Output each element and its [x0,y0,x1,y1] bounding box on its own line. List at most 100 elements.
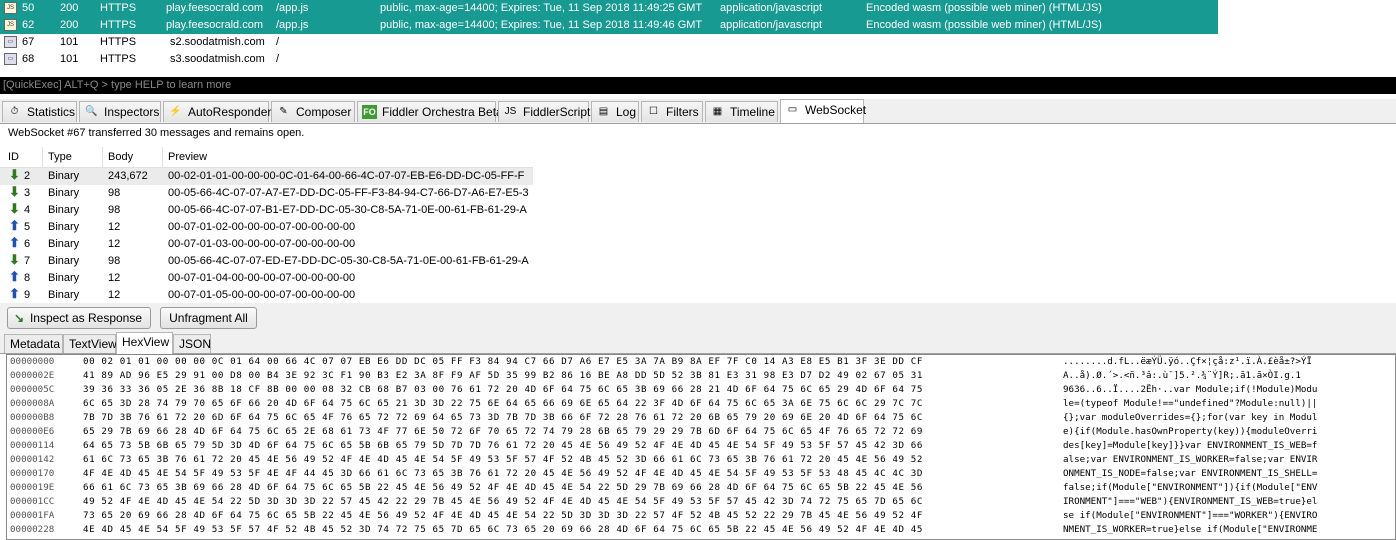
message-preview: 00-05-66-4C-07-07-A7-E7-DD-DC-05-FF-F3-8… [168,187,529,199]
tab-label: AutoResponder [188,105,272,119]
session-row[interactable]: ▭ 67 101 HTTPS s2.soodatmish.com / [0,34,1218,51]
tab-label: Fiddler Orchestra Beta [382,105,503,119]
message-row[interactable]: ⬆ 8 Binary 12 00-07-01-04-00-00-00-07-00-00-… [0,270,533,287]
tab-statistics[interactable]: ⏱ Statistics [2,101,77,122]
subtab-hexview[interactable]: HexView [116,332,173,354]
message-row[interactable]: ⬆ 5 Binary 12 00-07-01-02-00-00-00-07-00-00-… [0,219,533,236]
arrow-up-icon: ⬆ [9,218,20,233]
message-id: 2 [24,170,31,182]
message-row[interactable]: ⬇ 2 Binary 243,672 00-02-01-01-00-00-00-0C-0… [0,168,533,185]
message-row[interactable]: ⬆ 6 Binary 12 00-07-01-03-00-00-00-07-00-00-… [0,236,533,253]
message-preview: 00-07-01-04-00-00-00-07-00-00-00-00 [168,272,356,284]
column-header-preview[interactable]: Preview [168,147,207,167]
session-row[interactable]: JS 50 200 HTTPS play.feesocrald.com/app.js pu… [0,0,1218,17]
inspect-as-response-button[interactable]: ↘ Inspect as Response [7,307,151,329]
tab-fiddlerscript[interactable]: JS FiddlerScript [498,101,590,122]
subtab-textview[interactable]: TextView [63,334,117,353]
message-body: 243,672 [108,170,148,182]
tab-inspectors[interactable]: 🔍 Inspectors [79,101,161,122]
hex-bytes: 61 6C 73 65 3B 76 61 72 20 45 4E 56 49 5… [83,454,923,465]
message-type: Binary [48,204,80,216]
session-host: s3.soodatmish.com [170,53,265,65]
hex-row: 00000114 64 65 73 5B 6B 65 79 5D 3D 4D 6F… [7,439,1395,453]
fo-badge-icon: FO [362,105,377,119]
websocket-summary: WebSocket #67 transferred 30 messages an… [8,127,305,139]
column-header-id[interactable]: ID [8,147,19,167]
subtab-metadata[interactable]: Metadata [4,334,63,353]
hex-offset: 00000228 [10,524,55,535]
hex-ascii: des[key]=Module[key]}}var ENVIRONMENT_IS… [1063,440,1318,451]
tab-fiddler-orchestra-beta[interactable]: FO Fiddler Orchestra Beta [357,101,503,122]
session-url: /app.js [276,2,309,14]
hex-row: 0000005C 39 36 33 36 05 2E 36 8B 18 CF 8B… [7,383,1395,397]
hex-offset: 000001FA [10,510,55,521]
subtab-json[interactable]: JSON [173,334,211,353]
message-preview: 00-07-01-05-00-00-00-07-00-00-00-00 [168,289,356,301]
message-type: Binary [48,255,80,267]
hex-row: 0000002E 41 89 AD 96 E5 29 91 00 D8 00 B4… [7,369,1395,383]
message-body: 12 [108,221,121,233]
session-result: 101 [60,36,79,48]
arrow-up-icon: ⬆ [9,269,20,284]
session-url: / [276,53,280,65]
tab-composer[interactable]: ✎ Composer [271,101,355,122]
tab-websocket[interactable]: ▭ WebSocket [780,99,866,123]
session-list: JS 50 200 HTTPS play.feesocrald.com/app.js pu… [0,0,1218,68]
hex-ascii: alse;var ENVIRONMENT_IS_WORKER=false;var… [1063,454,1318,465]
hex-ascii: ONMENT_IS_NODE=false;var ENVIRONMENT_IS_… [1063,468,1318,479]
hex-ascii: se if(Module["ENVIRONMENT"]==="WORKER"){… [1063,510,1318,521]
tab-autoresponder[interactable]: ⚡ AutoResponder [163,101,272,122]
message-row[interactable]: ⬇ 4 Binary 98 00-05-66-4C-07-07-B1-E7-DD-DC-… [0,202,533,219]
unfragment-all-button[interactable]: Unfragment All [160,307,257,329]
session-host: play.feesocrald.com [166,19,264,31]
session-row[interactable]: JS 62 200 HTTPS play.feesocrald.com/app.js pu… [0,17,1218,34]
arrow-down-icon: ⬇ [9,201,20,216]
session-id: 50 [22,2,35,14]
hex-row: 00000000 00 02 01 01 00 00 00 0C 01 64 00… [7,355,1395,369]
message-type: Binary [48,170,80,182]
session-protocol: HTTPS [100,2,137,14]
hex-ascii: false;if(Module["ENVIRONMENT"]){if(Modul… [1063,482,1318,493]
hex-offset: 000001CC [10,496,55,507]
js-file-icon: JS [4,2,17,14]
message-id: 6 [24,238,31,250]
tab-log[interactable]: ▤ Log [591,101,639,122]
message-id: 5 [24,221,31,233]
tab-filters[interactable]: ☐ Filters [641,101,703,122]
message-id: 3 [24,187,31,199]
tab-timeline[interactable]: ▦ Timeline [705,101,778,122]
hex-row: 00000142 61 6C 73 65 3B 76 61 72 20 45 4E… [7,453,1395,467]
hex-row: 000000E6 65 29 7B 69 66 28 4D 6F 64 75 6C… [7,425,1395,439]
hex-bytes: 4E 4D 45 4E 54 5F 49 53 5F 57 4F 52 4B 4… [83,524,923,535]
hex-row: 0000019E 66 61 6C 73 65 3B 69 66 28 4D 6F… [7,481,1395,495]
message-row[interactable]: ⬆ 9 Binary 12 00-07-01-05-00-00-00-07-00-00-… [0,287,533,304]
column-header-body[interactable]: Body [108,147,133,167]
message-row[interactable]: ⬇ 3 Binary 98 00-05-66-4C-07-07-A7-E7-DD-DC-… [0,185,533,202]
quickexec-bar[interactable]: [QuickExec] ALT+Q > type HELP to learn m… [0,77,1396,94]
session-host: play.feesocrald.com [166,2,264,14]
session-protocol: HTTPS [100,53,137,65]
message-row[interactable]: ⬇ 7 Binary 98 00-05-66-4C-07-07-ED-E7-DD-DC-… [0,253,533,270]
lightning-icon: ⚡ [169,106,182,117]
hex-bytes: 41 89 AD 96 E5 29 91 00 D8 00 B4 3E 92 3… [83,370,923,381]
column-header-type[interactable]: Type [48,147,72,167]
session-row[interactable]: ▭ 68 101 HTTPS s3.soodatmish.com / [0,51,1218,68]
session-caching: public, max-age=14400; Expires: Tue, 11 … [380,19,703,31]
message-view-tabs: Metadata TextView HexView JSON [0,332,1396,354]
session-id: 62 [22,19,35,31]
hex-ascii: 9636..6..Ï....2Ëh·..var Module;if(!Modul… [1063,384,1318,395]
message-body: 12 [108,238,121,250]
message-preview: 00-05-66-4C-07-07-B1-E7-DD-DC-05-30-C8-5… [168,204,527,216]
arrow-down-icon: ⬇ [9,252,20,267]
message-id: 7 [24,255,31,267]
hex-offset: 0000008A [10,398,55,409]
hex-view[interactable]: 00000000 00 02 01 01 00 00 00 0C 01 64 00… [6,354,1396,540]
message-body: 12 [108,272,121,284]
hex-row: 00000170 4F 4E 4D 45 4E 54 5F 49 53 5F 4E… [7,467,1395,481]
tab-label: Log [616,105,637,119]
message-id: 9 [24,289,31,301]
session-protocol: HTTPS [100,36,137,48]
arrow-down-icon: ⬇ [9,167,20,182]
hex-ascii: A.­.å).Ø.´>.<ñ.³â:.ù¯]5.².¾¨Ý]R;.ã1.ã×ÒI… [1063,370,1301,381]
session-caching: public, max-age=14400; Expires: Tue, 11 … [380,2,703,14]
